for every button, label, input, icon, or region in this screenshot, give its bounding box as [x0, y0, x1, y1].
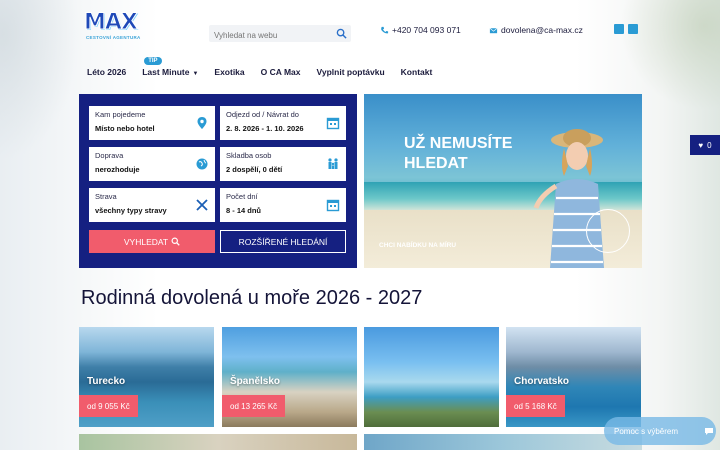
- nav-item-kontakt[interactable]: Kontakt: [401, 67, 433, 77]
- board-field[interactable]: Strava všechny typy stravy: [89, 188, 215, 222]
- field-value: Místo nebo hotel: [95, 124, 155, 133]
- search-panel: Kam pojedeme Místo nebo hotel Odjezd od …: [79, 94, 357, 268]
- facebook-icon[interactable]: [614, 24, 624, 34]
- nights-field[interactable]: Počet dní 8 - 14 dnů: [220, 188, 346, 222]
- cutlery-icon: [196, 199, 208, 211]
- chat-label: Pomoc s výběrem: [614, 426, 679, 436]
- field-value: 8 - 14 dnů: [226, 206, 262, 215]
- family-icon: [328, 158, 338, 169]
- destination-card-turecko[interactable]: Turecko od 9 055 Kč: [79, 327, 214, 427]
- field-label: Kam pojedeme: [95, 110, 146, 119]
- banner-headline: UŽ NEMUSÍTE HLEDAT: [404, 134, 512, 174]
- search-button[interactable]: VYHLEDAT: [89, 230, 215, 253]
- destination-price: od 9 055 Kč: [79, 395, 138, 417]
- advanced-search-label: ROZŠÍŘENÉ HLEDÁNÍ: [238, 236, 328, 247]
- instagram-icon[interactable]: [628, 24, 638, 34]
- nav-label: Vyplnit poptávku: [316, 67, 385, 77]
- banner-cta[interactable]: CHCI NABÍDKU NA MÍRU: [379, 242, 456, 249]
- search-icon[interactable]: [336, 28, 347, 39]
- heart-icon: ♥: [698, 140, 704, 150]
- main-navigation: Léto 2026 TIP Last Minute ▼ Exotika O CA …: [87, 57, 448, 77]
- wishlist-button[interactable]: ♥ 0: [690, 135, 720, 155]
- tip-badge: TIP: [144, 57, 162, 65]
- destination-card-3[interactable]: [364, 327, 499, 427]
- location-pin-icon: [197, 117, 207, 129]
- search-input[interactable]: [209, 27, 329, 44]
- nav-label: O CA Max: [260, 67, 301, 77]
- logo-subtitle: CESTOVNÍ AGENTURA: [86, 35, 141, 40]
- email-contact[interactable]: dovolena@ca-max.cz: [489, 25, 583, 35]
- nav-item-exotika[interactable]: Exotika: [214, 67, 244, 77]
- persons-field[interactable]: Skladba osob 2 dospělí, 0 dětí: [220, 147, 346, 181]
- chat-help-button[interactable]: Pomoc s výběrem: [604, 417, 716, 445]
- phone-contact[interactable]: +420 704 093 071: [380, 25, 461, 35]
- banner-headline-line1: UŽ NEMUSÍTE: [404, 135, 513, 152]
- promo-banner[interactable]: UŽ NEMUSÍTE HLEDAT CHCI NABÍDKU NA MÍRU: [364, 94, 642, 268]
- nav-label: Exotika: [214, 67, 245, 77]
- field-label: Odjezd od / Návrat do: [226, 110, 299, 119]
- phone-number: +420 704 093 071: [392, 25, 461, 35]
- nav-item-o-ca-max[interactable]: O CA Max: [261, 67, 301, 77]
- field-label: Strava: [95, 192, 117, 201]
- site-search: [209, 25, 351, 44]
- logo-text: MAX: [84, 10, 139, 36]
- calendar-icon: [326, 117, 340, 130]
- field-label: Skladba osob: [226, 151, 272, 160]
- nav-label: Léto 2026: [87, 67, 127, 77]
- nav-item-last-minute[interactable]: TIP Last Minute ▼: [142, 57, 199, 77]
- destination-card-spanelsko[interactable]: Španělsko od 13 265 Kč: [222, 327, 357, 427]
- wishlist-count: 0: [707, 140, 712, 150]
- field-label: Doprava: [95, 151, 124, 160]
- nav-item-poptavka[interactable]: Vyplnit poptávku: [317, 67, 385, 77]
- banner-headline-line2: HLEDAT: [404, 155, 468, 172]
- section-title: Rodinná dovolená u moře 2026 - 2027: [81, 287, 423, 309]
- background-palm-left: [0, 0, 80, 160]
- field-value: všechny typy stravy: [95, 206, 167, 215]
- chevron-down-icon: ▼: [192, 71, 199, 77]
- nav-label: Kontakt: [400, 67, 433, 77]
- custom-holiday-badge: [586, 209, 630, 253]
- social-links: [614, 24, 638, 34]
- logo[interactable]: MAX CESTOVNÍ AGENTURA: [84, 10, 141, 44]
- nav-label: Last Minute: [142, 67, 190, 77]
- destination-field[interactable]: Kam pojedeme Místo nebo hotel: [89, 106, 215, 140]
- search-icon: [171, 237, 180, 246]
- advanced-search-button[interactable]: ROZŠÍŘENÉ HLEDÁNÍ: [220, 230, 346, 253]
- destination-name: Chorvatsko: [514, 376, 570, 387]
- destination-card-row2-right[interactable]: [364, 434, 642, 450]
- field-label: Počet dní: [226, 192, 258, 201]
- chat-bubble-icon: [705, 427, 714, 435]
- destination-price: od 13 265 Kč: [222, 395, 286, 417]
- search-button-label: VYHLEDAT: [123, 236, 169, 247]
- transport-field[interactable]: Doprava nerozhoduje: [89, 147, 215, 181]
- destination-name: Turecko: [87, 376, 126, 387]
- field-value: nerozhoduje: [95, 165, 140, 174]
- calendar-icon: [326, 199, 340, 212]
- email-address: dovolena@ca-max.cz: [501, 25, 583, 35]
- destination-card-row2-left[interactable]: [79, 434, 357, 450]
- field-value: 2 dospělí, 0 dětí: [226, 165, 283, 174]
- globe-icon: [196, 158, 208, 170]
- destination-card-chorvatsko[interactable]: Chorvatsko od 5 168 Kč: [506, 327, 641, 427]
- destination-price: od 5 168 Kč: [506, 395, 565, 417]
- field-value: 2. 8. 2026 - 1. 10. 2026: [226, 124, 304, 133]
- phone-icon: [381, 26, 389, 33]
- destination-name: Španělsko: [230, 376, 281, 387]
- envelope-icon: [489, 27, 498, 33]
- nav-item-leto[interactable]: Léto 2026: [87, 67, 126, 77]
- dates-field[interactable]: Odjezd od / Návrat do 2. 8. 2026 - 1. 10…: [220, 106, 346, 140]
